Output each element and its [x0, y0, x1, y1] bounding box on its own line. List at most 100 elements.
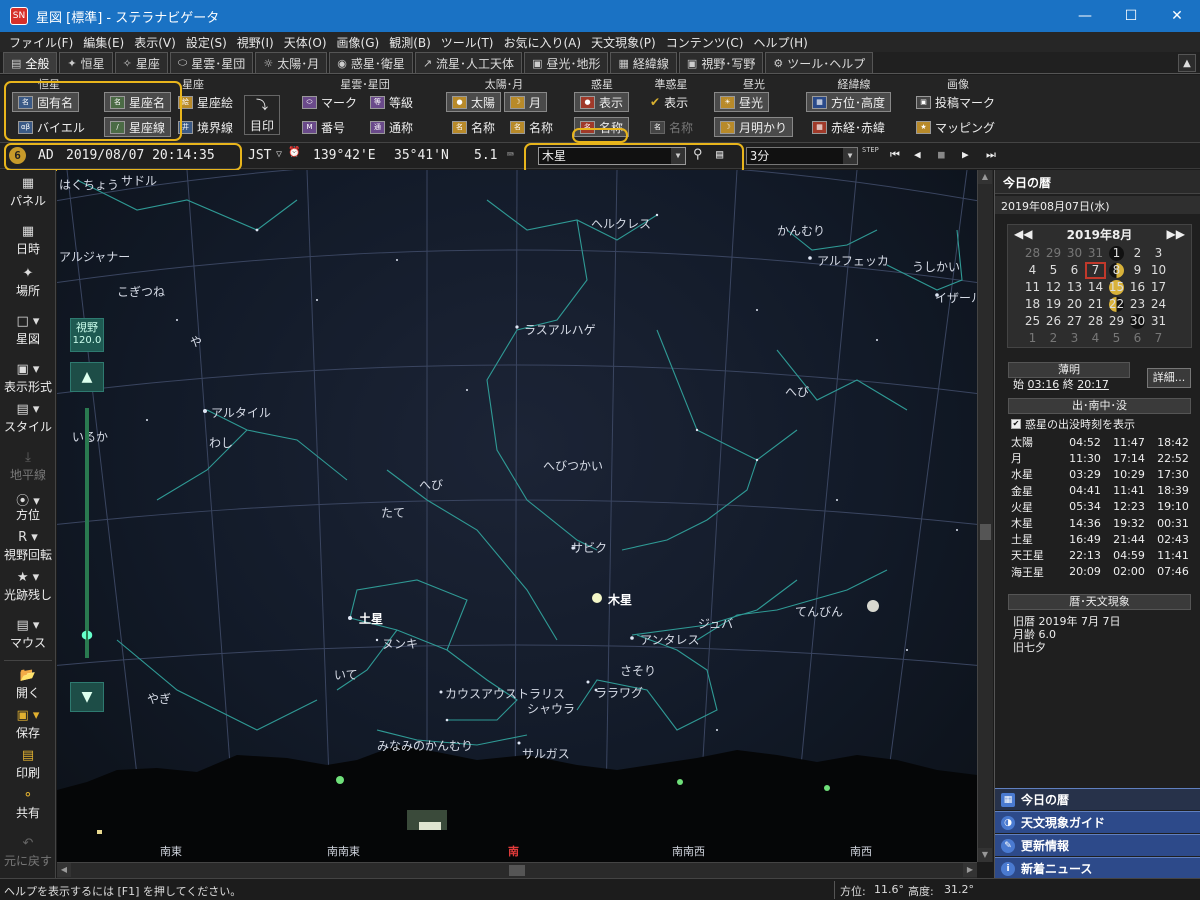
calendar-day[interactable]: 22: [1106, 296, 1127, 313]
sky-label[interactable]: アルフェッカ: [817, 252, 889, 269]
calendar-day[interactable]: 30: [1064, 245, 1085, 262]
nebula-grade-button[interactable]: 等等級: [364, 92, 419, 112]
calendar-day[interactable]: 16: [1127, 279, 1148, 296]
scroll-thumb[interactable]: [509, 865, 525, 876]
calendar-day[interactable]: 2: [1127, 245, 1148, 262]
limiting-magnitude[interactable]: 5.1: [474, 148, 497, 163]
zoom-slider-handle[interactable]: ◖◗: [68, 628, 106, 642]
location-button[interactable]: ✦ 場所: [0, 266, 56, 299]
tab-stars[interactable]: ✦ 恒星: [59, 52, 113, 73]
horizon-button[interactable]: ⤓ 地平線: [0, 450, 56, 483]
menu-help[interactable]: ヘルプ(H): [748, 34, 812, 51]
calendar-day[interactable]: 1: [1022, 330, 1043, 347]
style-button[interactable]: ▤ ▾ スタイル: [0, 402, 56, 435]
constellation-art-button[interactable]: 絵星座絵: [172, 92, 239, 112]
calendar-day[interactable]: 18: [1022, 296, 1043, 313]
calendar-day[interactable]: 13: [1064, 279, 1085, 296]
open-button[interactable]: 📂 開く: [0, 668, 56, 701]
sky-label[interactable]: ヌンキ: [382, 635, 418, 652]
calendar-day[interactable]: 2: [1043, 330, 1064, 347]
calendar-day[interactable]: 5: [1106, 330, 1127, 347]
nav-today-almanac[interactable]: ▦ 今日の暦: [995, 788, 1200, 810]
time-step-select[interactable]: 3分 ▼: [746, 147, 858, 165]
sky-label[interactable]: はくちょう: [59, 176, 119, 193]
sky-label[interactable]: ララワグ: [595, 684, 643, 701]
calendar-day[interactable]: 10: [1148, 262, 1169, 279]
calendar-day[interactable]: 11: [1022, 279, 1043, 296]
calendar-day[interactable]: 7: [1085, 262, 1106, 279]
rise-set-checkbox[interactable]: ✔ 惑星の出没時刻を表示: [1011, 416, 1135, 432]
moon-name-button[interactable]: 名名称: [504, 117, 559, 137]
calendar-day[interactable]: 20: [1064, 296, 1085, 313]
daylight-button[interactable]: ☀ 昼光: [714, 92, 770, 112]
stop-icon[interactable]: ■: [938, 148, 945, 161]
sky-label[interactable]: ヘルクレス: [591, 215, 651, 232]
calendar-day[interactable]: 24: [1148, 296, 1169, 313]
calendar-day[interactable]: 28: [1085, 313, 1106, 330]
sky-label[interactable]: ラスアルハゲ: [524, 321, 596, 338]
tab-daylight[interactable]: ▣ 昼光･地形: [524, 52, 609, 73]
sky-label[interactable]: さそり: [620, 662, 656, 679]
moon-button[interactable]: ☽ 月: [504, 92, 548, 112]
sky-label[interactable]: うしかい: [912, 258, 960, 275]
interval-dropdown-icon[interactable]: ▼: [843, 148, 857, 164]
latitude-display[interactable]: 35°41'N: [394, 148, 449, 163]
calendar-day[interactable]: 6: [1064, 262, 1085, 279]
calendar-day[interactable]: 23: [1127, 296, 1148, 313]
mouse-button[interactable]: ▤ ▾ マウス: [0, 618, 56, 651]
trail-button[interactable]: ★ ▾ 光跡残し: [0, 570, 56, 603]
scroll-right-icon[interactable]: ▶: [963, 863, 977, 877]
saturn-label[interactable]: 土星: [359, 610, 383, 627]
menu-file[interactable]: ファイル(F): [4, 34, 78, 51]
scroll-up-icon[interactable]: ▲: [978, 170, 992, 184]
calendar-day[interactable]: 14: [1085, 279, 1106, 296]
calendar-day[interactable]: 26: [1043, 313, 1064, 330]
calendar-day[interactable]: 31: [1148, 313, 1169, 330]
sky-label[interactable]: こぎつね: [117, 283, 165, 300]
print-button[interactable]: ▤ 印刷: [0, 748, 56, 781]
calendar-day[interactable]: 4: [1022, 262, 1043, 279]
calendar-day[interactable]: 15: [1106, 279, 1127, 296]
sky-label[interactable]: へび: [419, 476, 443, 493]
sky-label[interactable]: やぎ: [147, 690, 171, 707]
jupiter-marker[interactable]: [592, 593, 602, 603]
tab-gridlines[interactable]: ▦ 経緯線: [610, 52, 677, 73]
skip-back-icon[interactable]: ⏮: [890, 148, 900, 162]
sky-label[interactable]: かんむり: [777, 222, 825, 239]
sky-label[interactable]: ジュバ: [698, 615, 733, 632]
nav-phenomena-guide[interactable]: ◑ 天文現象ガイド: [995, 811, 1200, 833]
nebula-mark-button[interactable]: ⬭ マーク: [296, 92, 363, 112]
tab-field[interactable]: ▣ 視野･写野: [678, 52, 764, 73]
sky-label[interactable]: イザール: [935, 289, 977, 306]
longitude-display[interactable]: 139°42'E: [313, 148, 376, 163]
twilight-detail-button[interactable]: 詳細...: [1147, 368, 1191, 388]
menu-tools[interactable]: ツール(T): [436, 34, 499, 51]
sky-label[interactable]: サビク: [571, 539, 607, 556]
moon-marker[interactable]: [867, 600, 879, 612]
planet-show-button[interactable]: ● 表示: [574, 92, 630, 112]
mark-button[interactable]: ⤵ 目印: [244, 95, 281, 135]
zoom-out-button[interactable]: ▼: [70, 682, 104, 712]
minimize-button[interactable]: —: [1062, 0, 1108, 32]
tab-planets[interactable]: ◉ 惑星･衛星: [329, 52, 413, 73]
sky-label[interactable]: アルタイル: [211, 404, 271, 421]
skip-forward-icon[interactable]: ⏭: [986, 148, 996, 162]
play-back-icon[interactable]: ◀: [914, 148, 921, 161]
moonlight-button[interactable]: ☽ 月明かり: [714, 117, 794, 137]
calendar-day[interactable]: 19: [1043, 296, 1064, 313]
sky-label[interactable]: や: [190, 333, 202, 350]
calendar[interactable]: ◀◀ 2019年8月 ▶▶ 28 29 30 31 1 2 3 4 5 6 7 8 9 10 11 12 13 1…: [1007, 224, 1192, 348]
share-button[interactable]: ⚬ 共有: [0, 788, 56, 821]
calendar-day[interactable]: 31: [1085, 245, 1106, 262]
zoom-slider-track[interactable]: [85, 408, 89, 658]
menu-view[interactable]: 表示(V): [129, 34, 181, 51]
sky-label[interactable]: サルガス: [522, 745, 570, 762]
vertical-scrollbar[interactable]: ▲ ▼: [977, 170, 993, 862]
menu-image[interactable]: 画像(G): [332, 34, 385, 51]
nav-news[interactable]: i 新着ニュース: [995, 857, 1200, 879]
datetime-button[interactable]: ▦ 日時: [0, 224, 56, 257]
menu-object[interactable]: 天体(O): [279, 34, 332, 51]
display-format-button[interactable]: ▣ ▾ 表示形式: [0, 362, 56, 395]
prev-year-icon[interactable]: ◀◀: [1014, 227, 1032, 241]
calendar-day[interactable]: 3: [1064, 330, 1085, 347]
